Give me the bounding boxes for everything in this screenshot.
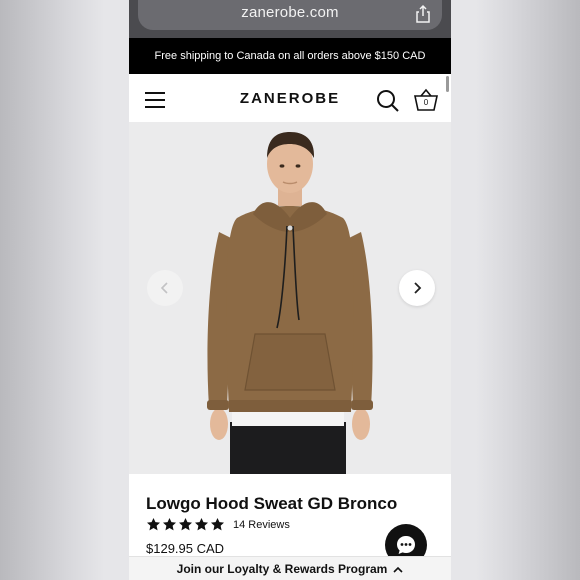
product-image-gallery[interactable]: [129, 122, 451, 474]
phone-screen: zanerobe.com Free shipping to Canada on …: [129, 0, 451, 580]
share-icon[interactable]: [414, 4, 432, 24]
cart-button[interactable]: 0: [413, 88, 439, 112]
address-bar[interactable]: zanerobe.com: [138, 0, 442, 30]
chevron-right-icon: [414, 282, 422, 294]
star-icon: [147, 517, 160, 531]
chat-icon: [397, 536, 415, 554]
page-scrollbar[interactable]: [446, 76, 449, 92]
product-rating[interactable]: 14 Reviews: [146, 517, 290, 532]
browser-bar: zanerobe.com: [129, 0, 451, 38]
star-icon: [163, 517, 176, 531]
reviews-link[interactable]: 14 Reviews: [233, 519, 290, 531]
previous-image-button[interactable]: [147, 270, 183, 306]
star-icon: [211, 517, 224, 531]
star-icon: [195, 517, 208, 531]
loyalty-program-label: Join our Loyalty & Rewards Program: [176, 562, 388, 576]
chevron-left-icon: [160, 282, 168, 294]
star-rating: [146, 517, 225, 532]
promo-banner: Free shipping to Canada on all orders ab…: [129, 38, 451, 74]
cart-count: 0: [423, 98, 429, 107]
product-price: $129.95 CAD: [146, 541, 225, 556]
brand-logo[interactable]: ZANEROBE: [129, 90, 451, 107]
loyalty-program-bar[interactable]: Join our Loyalty & Rewards Program: [129, 556, 451, 580]
site-header: ZANEROBE 0: [129, 74, 451, 122]
url-text: zanerobe.com: [241, 4, 339, 21]
product-title: Lowgo Hood Sweat GD Bronco: [146, 494, 398, 513]
chevron-up-icon: [393, 566, 403, 573]
search-icon[interactable]: [376, 89, 400, 113]
next-image-button[interactable]: [399, 270, 435, 306]
star-icon: [179, 517, 192, 531]
